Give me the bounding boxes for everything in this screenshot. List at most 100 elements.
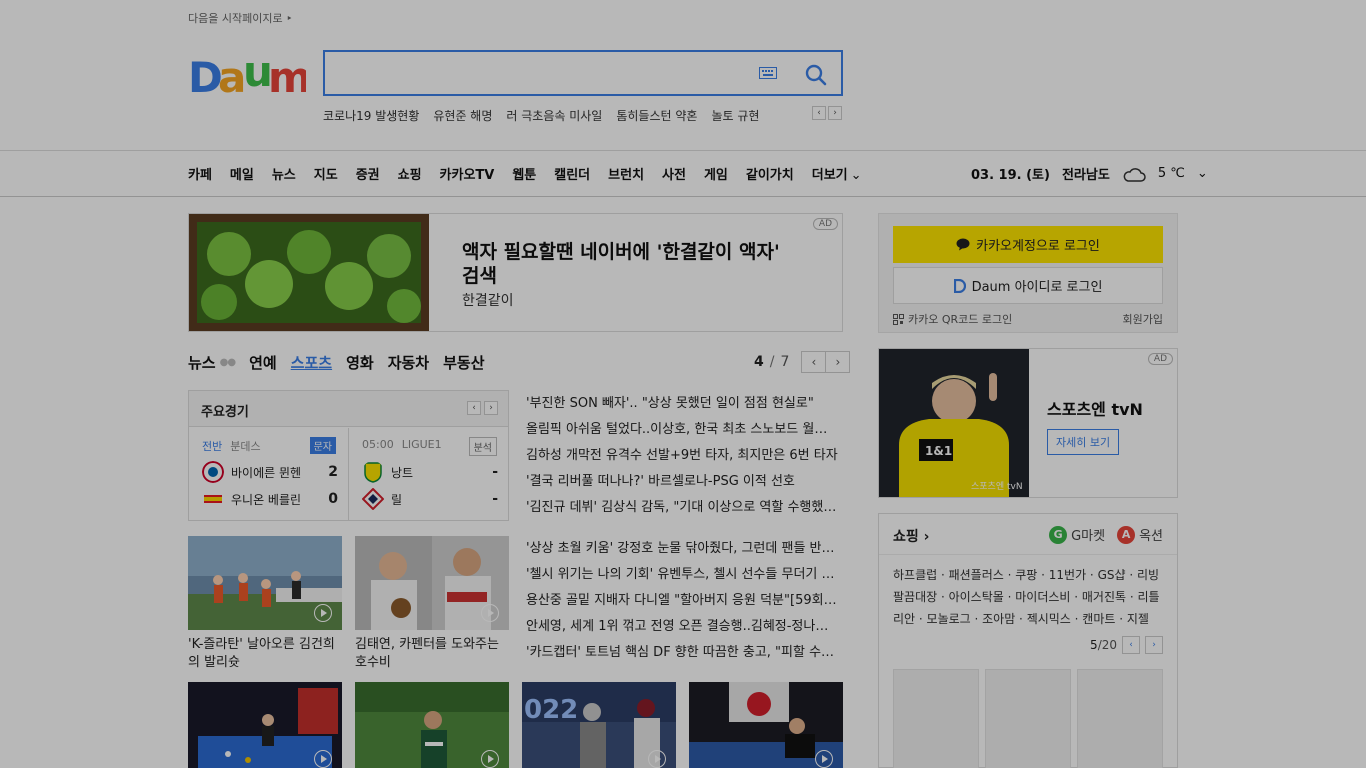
headline-link[interactable]: '김진규 데뷔' 김상식 감독, "기대 이상으로 역할 수행했다" bbox=[526, 498, 838, 524]
headline-link[interactable]: '결국 리버풀 떠나나?' 바르셀로나-PSG 이적 선호 bbox=[526, 472, 838, 498]
headline-link[interactable]: 김하성 개막전 유격수 선발+9번 타자, 최지만은 6번 타자 bbox=[526, 446, 838, 472]
lille-emblem-icon bbox=[362, 488, 384, 510]
nav-item-mail[interactable]: 메일 bbox=[230, 164, 254, 183]
shopping-item[interactable] bbox=[1077, 669, 1163, 768]
team-name: 우니온 베를린 bbox=[231, 492, 302, 507]
video-card[interactable]: 김태연, 카펜터를 도와주는 호수비 bbox=[355, 536, 509, 672]
video-card[interactable] bbox=[689, 682, 843, 768]
tab-car[interactable]: 자동차 bbox=[388, 352, 429, 373]
side-ad-detail-button[interactable]: 자세히 보기 bbox=[1047, 429, 1120, 455]
scoreboard-pager: ‹ › bbox=[467, 401, 498, 415]
trending-keywords: 코로나19 발생현황 유현준 해명 러 극초음속 미사일 톰히들스턴 약혼 놀토… bbox=[323, 107, 759, 124]
search-box bbox=[323, 50, 843, 96]
shopping-title-link[interactable]: 쇼핑 › bbox=[893, 526, 929, 546]
nav-item-calendar[interactable]: 캘린더 bbox=[554, 164, 590, 183]
tab-movie[interactable]: 영화 bbox=[346, 352, 374, 373]
nantes-emblem-icon bbox=[364, 462, 382, 483]
daum-login-button[interactable]: Daum 아이디로 로그인 bbox=[893, 267, 1163, 304]
keyword-pager: ‹ › bbox=[812, 106, 842, 120]
keyword-link[interactable]: 톰히들스턴 약혼 bbox=[616, 107, 697, 124]
gmarket-link[interactable]: G G마켓 bbox=[1049, 525, 1105, 544]
nav-item-cafe[interactable]: 카페 bbox=[188, 164, 212, 183]
search-icon[interactable] bbox=[805, 64, 827, 86]
shopping-pager: 5/20 ‹ › bbox=[1090, 636, 1163, 654]
page-current: 5 bbox=[1090, 638, 1098, 652]
nav-item-dictionary[interactable]: 사전 bbox=[662, 164, 686, 183]
chevron-left-icon[interactable]: ‹ bbox=[1122, 636, 1140, 654]
prev-page-button[interactable]: ‹ bbox=[801, 351, 827, 373]
tab-sports[interactable]: 스포츠 bbox=[291, 352, 332, 373]
start-page-link[interactable]: 다음을 시작페이지로 ‣ bbox=[188, 10, 293, 26]
nav-item-shopping[interactable]: 쇼핑 bbox=[398, 164, 422, 183]
signup-link[interactable]: 회원가입 bbox=[1123, 311, 1163, 327]
match-card[interactable]: 전반 분데스 문자 바이에른 뮌헨 2 우니온 베를린 0 bbox=[189, 428, 349, 520]
tab-news[interactable]: 뉴스 bbox=[188, 352, 216, 373]
keyword-link[interactable]: 코로나19 발생현황 bbox=[323, 107, 419, 124]
headline-link[interactable]: '카드캡터' 토트넘 핵심 DF 향한 따끔한 충고, "피할 수 없다" bbox=[526, 643, 838, 669]
team-name: 낭트 bbox=[391, 465, 414, 480]
nav-item-brunch[interactable]: 브런치 bbox=[608, 164, 644, 183]
nav-item-webtoon[interactable]: 웹툰 bbox=[512, 164, 536, 183]
match-card[interactable]: 05:00 LIGUE1 분석 낭트 - 릴 - bbox=[349, 428, 509, 520]
headline-link[interactable]: 안세영, 세계 1위 꺾고 전영 오픈 결승행..김혜정-정나은 조도 bbox=[526, 617, 838, 643]
shopping-box: 쇼핑 › G G마켓 A 옥션 하프클럽 · 패션플러스 · 쿠팡 · 11번가 ·… bbox=[878, 513, 1178, 768]
tab-realestate[interactable]: 부동산 bbox=[443, 352, 484, 373]
keyword-link[interactable]: 러 극초음속 미사일 bbox=[506, 107, 602, 124]
kakao-login-button[interactable]: 카카오계정으로 로그인 bbox=[893, 226, 1163, 263]
headline-list: '부진한 SON 빼자'.. "상상 못했던 일이 점점 현실로" 올림픽 아쉬… bbox=[526, 394, 838, 524]
tab-entertainment[interactable]: 연예 bbox=[249, 352, 277, 373]
video-card[interactable]: 022 bbox=[522, 682, 676, 768]
divider bbox=[879, 554, 1177, 555]
side-ad[interactable]: 1&1 스포츠엔 tvN 스포츠엔 tvN 자세히 보기 AD bbox=[878, 348, 1178, 498]
keyboard-icon[interactable] bbox=[759, 67, 777, 79]
daum-logo[interactable]: D a u m bbox=[188, 47, 312, 102]
ad-banner[interactable]: 액자 필요할땐 네이버에 '한결같이 액자' 검색 한결같이 AD bbox=[188, 213, 843, 332]
chevron-left-icon[interactable]: ‹ bbox=[812, 106, 826, 120]
video-card[interactable] bbox=[355, 682, 509, 768]
chevron-right-icon[interactable]: › bbox=[828, 106, 842, 120]
keyword-link[interactable]: 유현준 해명 bbox=[433, 107, 492, 124]
video-card[interactable]: 'K-즐라탄' 날아오른 김건희의 발리슛 bbox=[188, 536, 342, 672]
team-name: 릴 bbox=[391, 492, 403, 507]
svg-text:1&1: 1&1 bbox=[925, 444, 952, 458]
nav-item-game[interactable]: 게임 bbox=[704, 164, 728, 183]
nav-item-more[interactable]: 더보기 ⌄ bbox=[812, 164, 862, 183]
keyword-link[interactable]: 놀토 규현 bbox=[711, 107, 759, 124]
news-pager: 4 / 7 ‹ › bbox=[754, 351, 851, 373]
nav-item-kakaotv[interactable]: 카카오TV bbox=[440, 164, 495, 183]
headline-link[interactable]: '첼시 위기는 나의 기회' 유벤투스, 첼시 선수들 무더기 영입 bbox=[526, 565, 838, 591]
shopping-mall-links[interactable]: 하프클럽 · 패션플러스 · 쿠팡 · 11번가 · GS샵 · 리빙팔끔대장 … bbox=[893, 564, 1165, 630]
headline-link[interactable]: 올림픽 아쉬움 털었다..이상호, 한국 최초 스노보드 월드컵 우승 bbox=[526, 420, 838, 446]
cloud-icon bbox=[1123, 167, 1146, 182]
qr-login-link[interactable]: 카카오 QR코드 로그인 bbox=[893, 311, 1012, 327]
chevron-left-icon[interactable]: ‹ bbox=[467, 401, 481, 415]
scoreboard-title: 주요경기 bbox=[201, 405, 249, 420]
match-league: 분데스 bbox=[230, 440, 261, 453]
nav-item-map[interactable]: 지도 bbox=[314, 164, 338, 183]
match-tag[interactable]: 문자 bbox=[309, 437, 336, 454]
chevron-down-icon: ⌄ bbox=[850, 168, 862, 183]
shopping-item[interactable] bbox=[985, 669, 1071, 768]
headline-link[interactable]: '상상 초월 키움' 강정호 눈물 닦아줬다, 그런데 팬들 반응은 bbox=[526, 539, 838, 565]
match-tag[interactable]: 분석 bbox=[468, 437, 497, 456]
chevron-right-icon[interactable]: › bbox=[1145, 636, 1163, 654]
chevron-down-icon[interactable]: ⌄ bbox=[1197, 166, 1208, 181]
shopping-item[interactable] bbox=[893, 669, 979, 768]
weather-region[interactable]: 전라남도 bbox=[1062, 164, 1110, 183]
search-input[interactable] bbox=[335, 60, 755, 86]
team-row: 릴 - bbox=[362, 488, 498, 510]
weather-temperature: 5 ℃ bbox=[1157, 166, 1185, 181]
headline-link[interactable]: 용산중 골밑 지배자 다니엘 "할아버지 응원 덕분"[59회 춘계] bbox=[526, 591, 838, 617]
video-card[interactable] bbox=[188, 682, 342, 768]
chevron-right-icon[interactable]: › bbox=[484, 401, 498, 415]
next-page-button[interactable]: › bbox=[825, 351, 851, 373]
play-icon bbox=[815, 750, 833, 768]
bayern-emblem-icon bbox=[202, 461, 224, 483]
nav-item-news[interactable]: 뉴스 bbox=[272, 164, 296, 183]
auction-link[interactable]: A 옥션 bbox=[1117, 525, 1163, 544]
play-icon bbox=[314, 750, 332, 768]
match-status: 전반 bbox=[202, 440, 223, 453]
nav-item-stock[interactable]: 증권 bbox=[356, 164, 380, 183]
headline-link[interactable]: '부진한 SON 빼자'.. "상상 못했던 일이 점점 현실로" bbox=[526, 394, 838, 420]
nav-item-together[interactable]: 같이가치 bbox=[746, 164, 794, 183]
